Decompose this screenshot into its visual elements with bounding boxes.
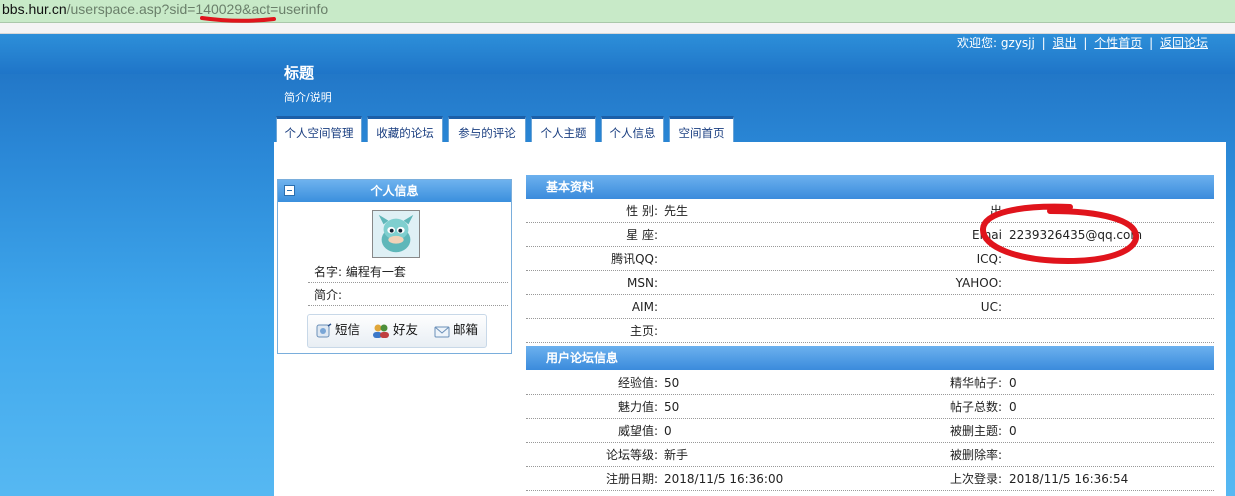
message-label: 短信 — [335, 322, 361, 337]
address-bar[interactable]: bbs.hur.cn/userspace.asp?sid=140029&act=… — [0, 0, 1235, 23]
info-row: 主页: — [526, 319, 1214, 343]
message-icon — [316, 322, 332, 337]
friends-icon — [373, 324, 389, 338]
mailbox-icon — [434, 326, 450, 337]
tab-space-home[interactable]: 空间首页 — [669, 116, 734, 142]
profile-intro-row: 简介: — [308, 285, 508, 306]
mailbox-button[interactable]: 邮箱 — [434, 315, 478, 345]
page-subtitle: 简介/说明 — [284, 91, 332, 104]
friends-label: 好友 — [393, 322, 419, 337]
url-host: bbs.hur.cn — [2, 1, 67, 17]
collapse-icon[interactable] — [284, 185, 295, 196]
page-title: 标题 — [284, 64, 315, 82]
profile-name-row: 名字: 编程有一套 — [308, 262, 508, 283]
info-row: MSN: YAHOO: — [526, 271, 1214, 295]
info-row: AIM: UC: — [526, 295, 1214, 319]
stat-row: 魅力值: 50 帖子总数: 0 — [526, 395, 1214, 419]
red-circle-annotation — [980, 203, 1140, 265]
name-label: 名字: — [314, 265, 343, 279]
tab-personal-info[interactable]: 个人信息 — [601, 116, 664, 142]
intro-label: 简介: — [314, 288, 343, 302]
profile-box: 个人信息 名字: 编程有一套 简介: 短信 好友 邮箱 — [277, 179, 512, 354]
message-button[interactable]: 短信 — [316, 315, 360, 345]
tab-space-management[interactable]: 个人空间管理 — [276, 116, 362, 142]
profile-box-title: 个人信息 — [370, 184, 419, 198]
name-value: 编程有一套 — [345, 265, 406, 279]
stat-row: 论坛等级: 新手 被删除率: — [526, 443, 1214, 467]
avatar — [372, 210, 420, 258]
tab-comments[interactable]: 参与的评论 — [448, 116, 526, 142]
welcome-text: 欢迎您: gzysjj — [957, 36, 1035, 50]
logout-link[interactable]: 退出 — [1053, 36, 1077, 50]
back-forum-link[interactable]: 返回论坛 — [1160, 36, 1208, 50]
profile-box-header: 个人信息 — [278, 180, 511, 202]
top-nav: 欢迎您: gzysjj | 退出 | 个性首页 | 返回论坛 — [957, 36, 1208, 50]
profile-actions: 短信 好友 邮箱 — [307, 314, 487, 348]
toolbar-gap — [0, 23, 1235, 34]
mailbox-label: 邮箱 — [453, 322, 479, 337]
basic-info-header: 基本资料 — [526, 175, 1214, 199]
personal-home-link[interactable]: 个性首页 — [1094, 36, 1142, 50]
tab-favorite-forums[interactable]: 收藏的论坛 — [367, 116, 443, 142]
stat-row: 威望值: 0 被删主题: 0 — [526, 419, 1214, 443]
stat-row: 经验值: 50 精华帖子: 0 — [526, 371, 1214, 395]
forum-info-header: 用户论坛信息 — [526, 346, 1214, 370]
tab-personal-topics[interactable]: 个人主题 — [531, 116, 596, 142]
stat-row: 注册日期: 2018/11/5 16:36:00 上次登录: 2018/11/5 1… — [526, 467, 1214, 491]
url-path: /userspace.asp?sid=140029&act=userinfo — [66, 1, 329, 17]
friends-button[interactable]: 好友 — [372, 315, 418, 345]
